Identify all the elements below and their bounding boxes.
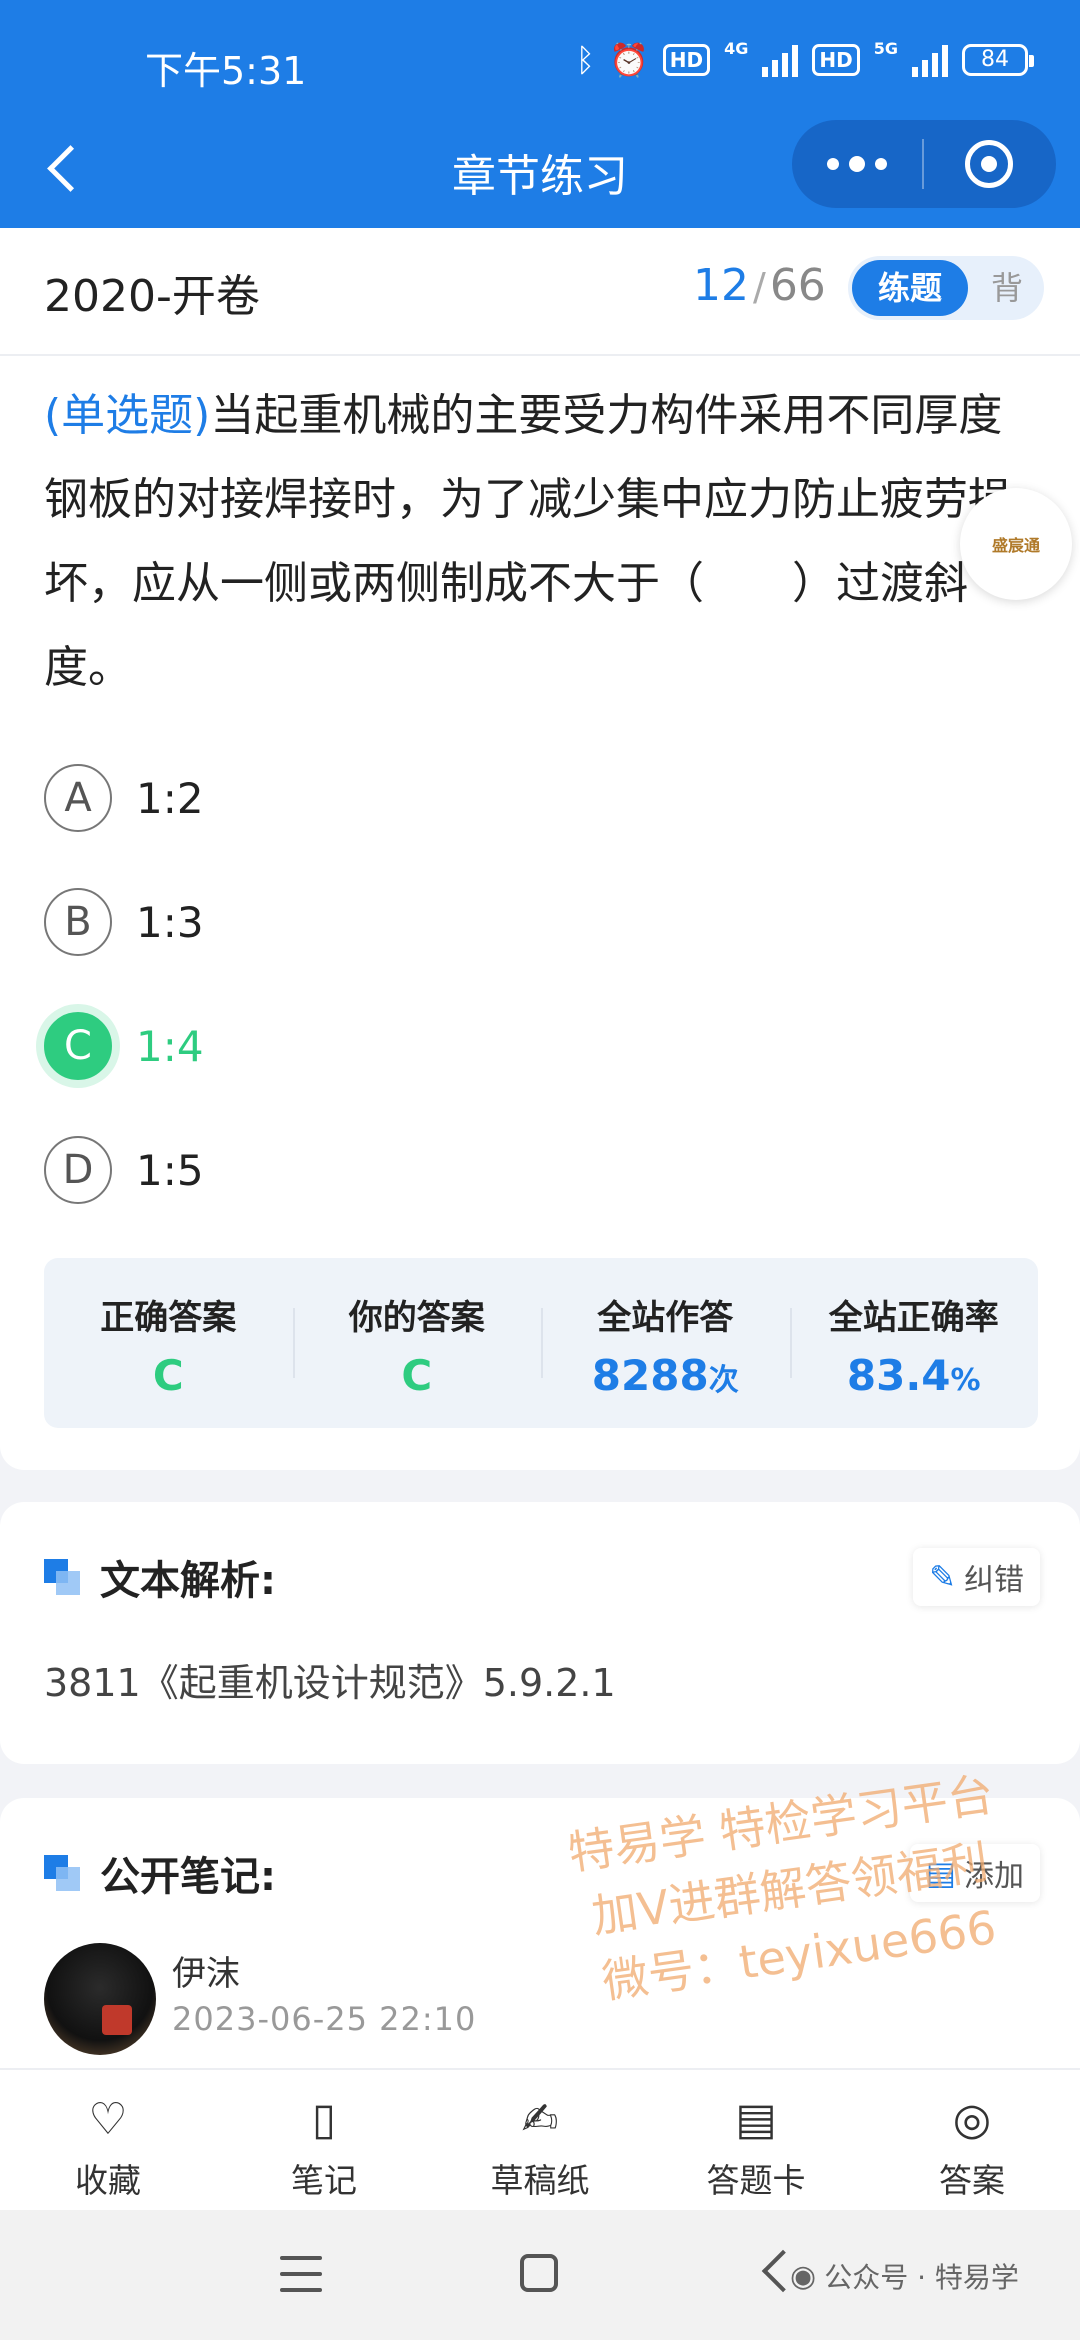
stat-value: C — [401, 1351, 433, 1400]
hd-icon-2: HD — [812, 44, 860, 76]
system-nav-bar: ◉ 公众号 · 特易学 — [0, 2210, 1080, 2340]
more-options-button[interactable] — [792, 120, 922, 208]
option-d[interactable]: D 1:5 — [44, 1108, 1034, 1232]
option-b[interactable]: B 1:3 — [44, 860, 1034, 984]
question-text: (单选题)当起重机械的主要受力构件采用不同厚度钢板的对接焊接时，为了减少集中应力… — [44, 374, 1044, 710]
analysis-card: 文本解析: ✎ 纠错 3811《起重机设计规范》5.9.2.1 — [0, 1502, 1080, 1764]
note-add-icon: ▤ — [925, 1854, 956, 1892]
option-letter: D — [44, 1136, 112, 1204]
stat-unit: % — [950, 1363, 981, 1398]
close-mini-program-button[interactable] — [924, 120, 1054, 208]
network-5g-label: 5G — [873, 38, 898, 58]
stat-your-answer: 你的答案 C — [292, 1258, 542, 1428]
signal-icon — [762, 43, 799, 77]
analysis-title: 文本解析: — [100, 1558, 276, 1604]
option-letter: C — [44, 1012, 112, 1080]
question-type-label: (单选题) — [44, 390, 211, 441]
stat-site-attempts: 全站作答 8288次 — [541, 1258, 790, 1428]
avatar[interactable] — [44, 1943, 156, 2055]
notes-button[interactable]: ▯ 笔记 — [216, 2070, 432, 2210]
section-icon — [44, 1559, 80, 1595]
stat-label: 你的答案 — [348, 1298, 485, 1338]
target-icon — [965, 140, 1013, 188]
wechat-icon: ◉ — [790, 2258, 817, 2294]
mini-program-capsule — [792, 120, 1056, 208]
draft-icon: ✍ — [521, 2094, 559, 2145]
note-timestamp: 2023-06-25 22:10 — [172, 2000, 477, 2038]
draft-paper-button[interactable]: ✍ 草稿纸 — [432, 2070, 648, 2210]
total-question-count: 66 — [769, 260, 826, 311]
option-text: 1:4 — [136, 1021, 204, 1071]
report-error-button[interactable]: ✎ 纠错 — [913, 1548, 1040, 1606]
home-button[interactable] — [520, 2254, 558, 2292]
top-bar: 下午5:31 ᛒ ⏰ HD 4G HD 5G 84 章节练习 — [0, 0, 1080, 228]
tool-label: 收藏 — [75, 2161, 141, 2200]
stat-site-accuracy: 全站正确率 83.4% — [789, 1258, 1039, 1428]
nav-bar: 章节练习 — [0, 120, 1080, 228]
question-card: (单选题)当起重机械的主要受力构件采用不同厚度钢板的对接焊接时，为了减少集中应力… — [0, 356, 1080, 1470]
tool-label: 答题卡 — [706, 2161, 806, 2200]
mode-memorize-tab[interactable]: 背 — [972, 256, 1042, 320]
option-c-selected[interactable]: C 1:4 — [44, 984, 1034, 1108]
wechat-account-text: 公众号 · 特易学 — [824, 2261, 1019, 2294]
heart-icon: ♡ — [88, 2094, 128, 2145]
option-text: 1:2 — [136, 773, 204, 823]
stat-label: 全站作答 — [597, 1298, 734, 1338]
hd-icon: HD — [662, 44, 711, 76]
show-answer-button[interactable]: ◎ 答案 — [864, 2070, 1080, 2210]
paper-title: 2020-开卷 — [44, 271, 260, 322]
option-a[interactable]: A 1:2 — [44, 736, 1034, 860]
status-time: 下午5:31 — [145, 49, 307, 93]
alarm-icon: ⏰ — [608, 41, 649, 79]
option-text: 1:5 — [136, 1145, 204, 1195]
add-note-button[interactable]: ▤ 添加 — [909, 1844, 1040, 1902]
mode-toggle[interactable]: 练题 背 — [848, 256, 1044, 320]
notes-header: 公开笔记: — [44, 1844, 276, 1902]
answer-options: A 1:2 B 1:3 C 1:4 D 1:5 — [44, 736, 1034, 1232]
notes-title: 公开笔记: — [100, 1854, 276, 1900]
clipboard-icon: ▤ — [735, 2094, 777, 2145]
favorite-button[interactable]: ♡ 收藏 — [0, 2070, 216, 2210]
network-4g-label: 4G — [724, 38, 749, 58]
tool-label: 答案 — [939, 2161, 1005, 2200]
add-note-label: 添加 — [964, 1859, 1024, 1894]
analysis-header: 文本解析: — [44, 1548, 276, 1606]
answer-stats: 正确答案 C 你的答案 C 全站作答 8288次 全站正确率 83.4% — [44, 1258, 1038, 1428]
tool-label: 草稿纸 — [490, 2161, 590, 2200]
status-icons: ᛒ ⏰ HD 4G HD 5G 84 — [575, 38, 1034, 80]
stat-label: 全站正确率 — [828, 1298, 999, 1338]
note-username: 伊沫 — [172, 1954, 240, 1994]
notes-card: 公开笔记: ▤ 添加 伊沫 2023-06-25 22:10 — [0, 1798, 1080, 2108]
mode-practice-tab[interactable]: 练题 — [852, 260, 968, 316]
wechat-account-label: ◉ 公众号 · 特易学 — [790, 2256, 1019, 2296]
tool-label: 笔记 — [291, 2161, 357, 2200]
option-letter: A — [44, 764, 112, 832]
floating-logo-badge[interactable]: 盛宸通 — [960, 488, 1072, 600]
status-bar: 下午5:31 ᛒ ⏰ HD 4G HD 5G 84 — [0, 0, 1080, 120]
notebook-icon: ▯ — [311, 2094, 337, 2145]
signal-icon-2 — [912, 43, 948, 77]
exam-header: 2020-开卷 12/66 练题 背 — [0, 228, 1080, 356]
section-icon — [44, 1855, 80, 1891]
edit-icon: ✎ — [929, 1558, 956, 1596]
option-letter: B — [44, 888, 112, 956]
recent-apps-button[interactable] — [280, 2256, 322, 2292]
stat-correct-answer: 正确答案 C — [44, 1258, 293, 1428]
bluetooth-icon: ᛒ — [575, 41, 595, 79]
current-question-number: 12 — [693, 260, 749, 311]
progress-separator: / — [753, 265, 766, 309]
answer-sheet-button[interactable]: ▤ 答题卡 — [648, 2070, 864, 2210]
option-text: 1:3 — [136, 897, 204, 947]
analysis-body: 3811《起重机设计规范》5.9.2.1 — [44, 1661, 616, 1705]
battery-icon: 84 — [962, 44, 1034, 76]
stat-label: 正确答案 — [100, 1298, 237, 1338]
stat-value: C — [152, 1351, 184, 1400]
stat-value: 83.4% — [846, 1351, 981, 1400]
bottom-toolbar: ♡ 收藏 ▯ 笔记 ✍ 草稿纸 ▤ 答题卡 ◎ 答案 — [0, 2068, 1080, 2210]
question-progress[interactable]: 12/66 — [693, 260, 826, 311]
report-error-label: 纠错 — [964, 1563, 1024, 1598]
eye-off-icon: ◎ — [952, 2094, 992, 2145]
stat-value: 8288次 — [591, 1351, 739, 1400]
stat-unit: 次 — [708, 1363, 739, 1398]
